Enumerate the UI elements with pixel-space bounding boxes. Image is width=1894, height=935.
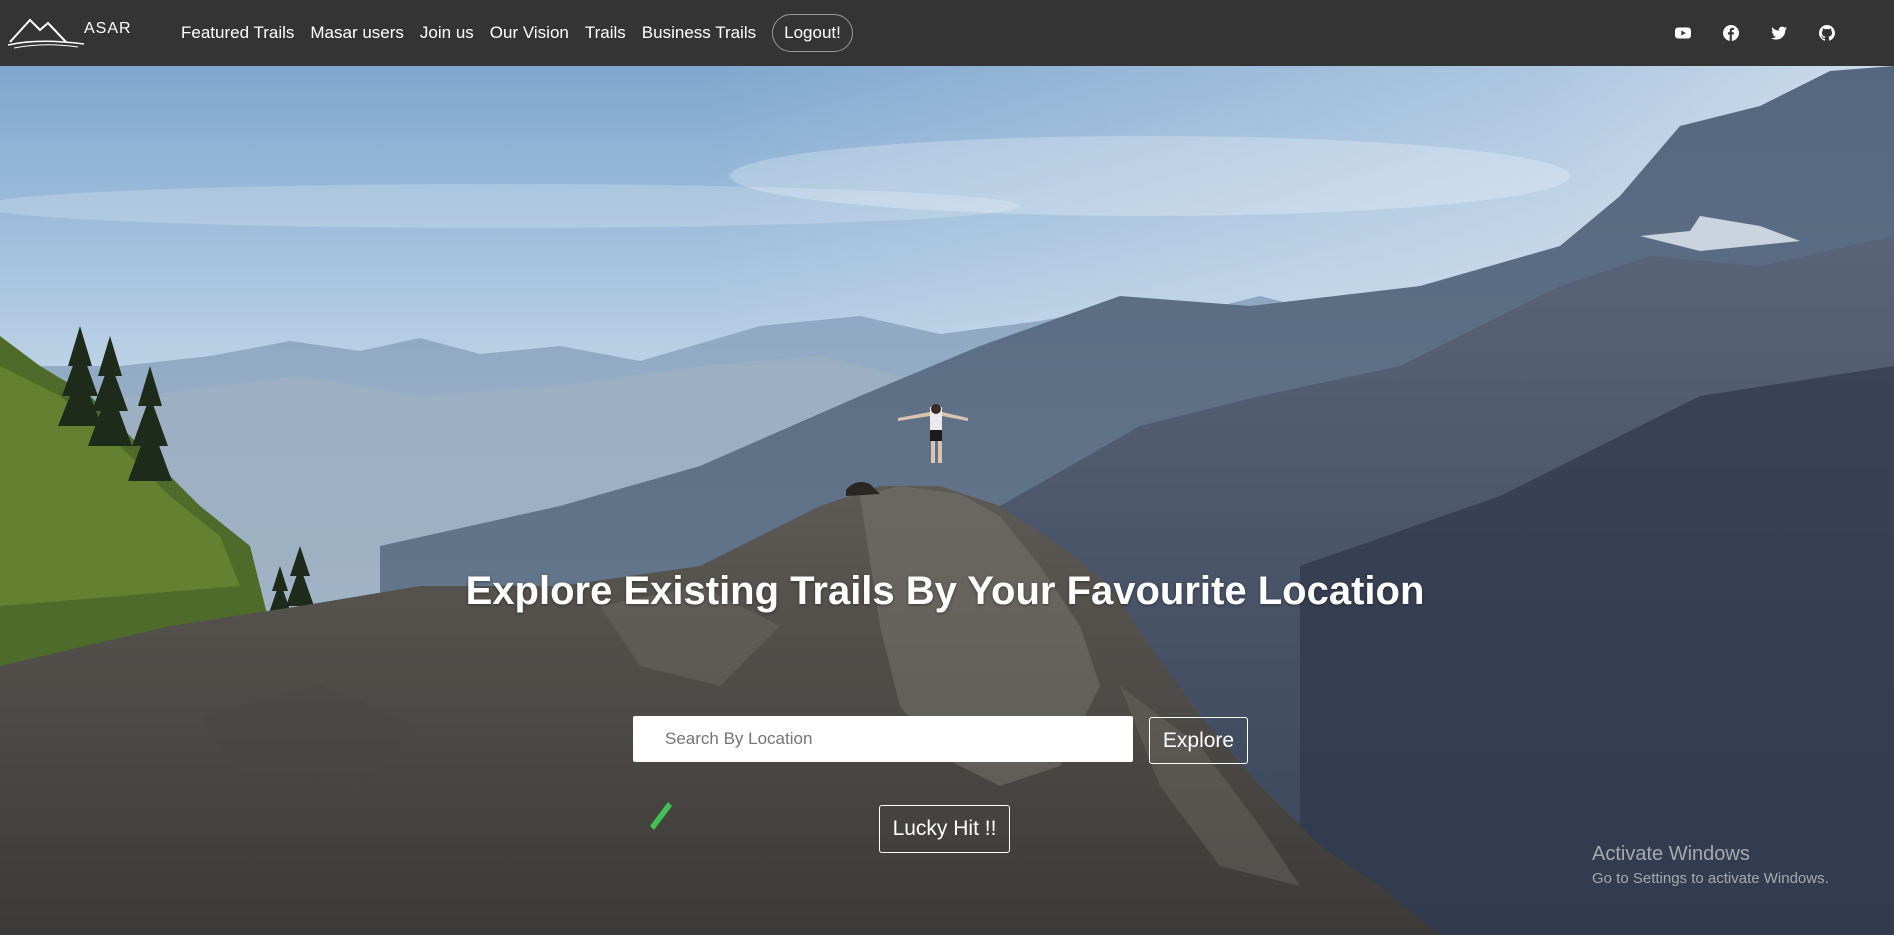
explore-button[interactable]: Explore (1149, 717, 1248, 764)
social-links (1674, 0, 1836, 66)
nav-our-vision[interactable]: Our Vision (490, 23, 569, 43)
nav-trails[interactable]: Trails (585, 23, 626, 43)
mountain-logo-icon (8, 18, 85, 49)
brand-logo[interactable]: ASAR (8, 14, 131, 50)
twitter-icon[interactable] (1770, 24, 1788, 42)
youtube-icon[interactable] (1674, 24, 1692, 42)
nav-links: Featured Trails Masar users Join us Our … (173, 0, 853, 66)
facebook-icon[interactable] (1722, 24, 1740, 42)
github-icon[interactable] (1818, 24, 1836, 42)
nav-business-trails[interactable]: Business Trails (642, 23, 756, 43)
nav-join-us[interactable]: Join us (420, 23, 474, 43)
watermark-subtitle: Go to Settings to activate Windows. (1592, 870, 1829, 887)
nav-masar-users[interactable]: Masar users (310, 23, 404, 43)
brand-name: ASAR (84, 20, 132, 37)
logout-button[interactable]: Logout! (772, 14, 853, 52)
hero-title: Explore Existing Trails By Your Favourit… (465, 569, 1425, 613)
nav-featured-trails[interactable]: Featured Trails (181, 23, 294, 43)
search-location-input[interactable] (633, 716, 1133, 762)
watermark-title: Activate Windows (1592, 843, 1750, 865)
navbar: ASAR Featured Trails Masar users Join us… (0, 0, 1894, 66)
windows-activation-watermark: Activate Windows Go to Settings to activ… (1592, 843, 1829, 887)
hero-section: Explore Existing Trails By Your Favourit… (0, 66, 1894, 935)
lucky-hit-button[interactable]: Lucky Hit !! (879, 805, 1010, 853)
